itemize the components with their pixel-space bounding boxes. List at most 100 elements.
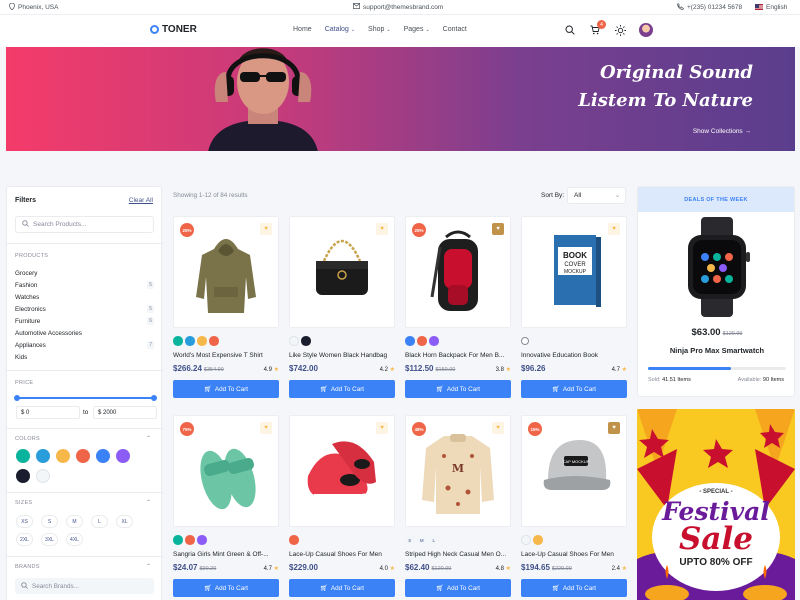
variant-color-dot[interactable] xyxy=(405,336,415,346)
festival-sale-banner[interactable]: - SPECIAL - Festival Sale UPTO 80% OFF xyxy=(637,409,795,600)
user-avatar[interactable] xyxy=(639,23,653,37)
variant-size-dot[interactable]: S xyxy=(405,535,415,545)
variant-color-dot[interactable] xyxy=(417,336,427,346)
chevron-up-icon[interactable]: ⌃ xyxy=(146,499,151,506)
wishlist-heart-icon[interactable]: ♥ xyxy=(608,422,620,434)
nav-item-catalog[interactable]: Catalog ⌄ xyxy=(325,26,355,33)
product-name[interactable]: World's Most Expensive T Shirt xyxy=(173,352,279,361)
variant-color-dot[interactable] xyxy=(197,336,207,346)
add-to-cart-button[interactable]: 🛒︎ Add To Cart xyxy=(173,380,279,398)
product-card[interactable]: ♥ Like Style Women Black Handbag $742.00 4.… xyxy=(289,216,395,398)
clear-all-link[interactable]: Clear All xyxy=(129,197,153,204)
wishlist-heart-icon[interactable]: ♥ xyxy=(492,422,504,434)
product-image-wrap[interactable]: BOOK COVER MOCKUP ♥ xyxy=(521,216,627,328)
size-option[interactable]: L xyxy=(91,515,108,528)
nav-item-home[interactable]: Home xyxy=(293,26,312,33)
cart-icon[interactable]: 4 xyxy=(589,20,606,36)
wishlist-heart-icon[interactable]: ♥ xyxy=(260,223,272,235)
sort-select[interactable]: All ⌄ xyxy=(567,187,626,204)
sun-icon[interactable] xyxy=(614,24,626,36)
add-to-cart-button[interactable]: 🛒︎ Add To Cart xyxy=(289,579,395,597)
product-image-wrap[interactable]: 75% ♥ xyxy=(173,415,279,527)
add-to-cart-button[interactable]: 🛒︎ Add To Cart xyxy=(521,579,627,597)
nav-item-shop[interactable]: Shop ⌄ xyxy=(368,26,391,33)
product-image-wrap[interactable]: CAP MOCKUP 15% ♥ xyxy=(521,415,627,527)
add-to-cart-button[interactable]: 🛒︎ Add To Cart xyxy=(289,380,395,398)
wishlist-heart-icon[interactable]: ♥ xyxy=(608,223,620,235)
deal-of-week-card[interactable]: DEALS OF THE WEEK $63.00 $129.99 Ninja Pr… xyxy=(637,186,795,397)
price-min-input[interactable]: $ 0 xyxy=(16,406,80,419)
phone-number[interactable]: +(235) 01234 5678 xyxy=(677,2,742,12)
color-swatch[interactable] xyxy=(56,449,70,463)
color-swatch[interactable] xyxy=(36,449,50,463)
product-card[interactable]: M 48% ♥ S M L Striped High Neck Casual Men O..… xyxy=(405,415,511,597)
add-to-cart-button[interactable]: 🛒︎ Add To Cart xyxy=(173,579,279,597)
support-email[interactable]: support@themesbrand.com xyxy=(353,3,443,11)
product-card[interactable]: 25% ♥ World's Most Expensive T Shirt $266.2… xyxy=(173,216,279,398)
color-swatch[interactable] xyxy=(16,469,30,483)
color-swatch[interactable] xyxy=(36,469,50,483)
wishlist-heart-icon[interactable]: ♥ xyxy=(492,223,504,235)
product-image-wrap[interactable]: ♥ xyxy=(289,216,395,328)
color-swatch[interactable] xyxy=(96,449,110,463)
price-max-input[interactable]: $ 2000 xyxy=(93,406,157,419)
product-image-wrap[interactable]: M 48% ♥ xyxy=(405,415,511,527)
variant-color-dot[interactable] xyxy=(521,535,531,545)
variant-color-dot[interactable] xyxy=(301,336,311,346)
price-range-slider[interactable] xyxy=(14,395,157,401)
add-to-cart-button[interactable]: 🛒︎ Add To Cart xyxy=(521,380,627,398)
size-option[interactable]: 3XL xyxy=(41,533,58,546)
variant-color-dot[interactable] xyxy=(289,535,299,545)
variant-size-dot[interactable]: L xyxy=(429,535,439,545)
product-image-wrap[interactable]: 25% ♥ xyxy=(405,216,511,328)
product-card[interactable]: ♥ Lace-Up Casual Shoes For Men $229.00 4.0 … xyxy=(289,415,395,597)
wishlist-heart-icon[interactable]: ♥ xyxy=(260,422,272,434)
product-name[interactable]: Lace-Up Casual Shoes For Men xyxy=(521,551,627,560)
size-option[interactable]: XS xyxy=(16,515,33,528)
wishlist-heart-icon[interactable]: ♥ xyxy=(376,422,388,434)
size-option[interactable]: 4XL xyxy=(66,533,83,546)
size-option[interactable]: M xyxy=(66,515,83,528)
category-item[interactable]: Electronics 5 xyxy=(15,303,154,315)
product-name[interactable]: Innovative Education Book xyxy=(521,352,627,361)
category-item[interactable]: Appliances 7 xyxy=(15,339,154,351)
variant-color-dot[interactable] xyxy=(185,535,195,545)
wishlist-heart-icon[interactable]: ♥ xyxy=(376,223,388,235)
variant-color-dot[interactable] xyxy=(185,336,195,346)
variant-color-dot[interactable] xyxy=(173,336,183,346)
category-item[interactable]: Watches xyxy=(15,291,154,303)
variant-color-dot[interactable] xyxy=(429,336,439,346)
language-selector[interactable]: English xyxy=(755,4,787,11)
variant-color-dot[interactable] xyxy=(533,535,543,545)
variant-color-dot[interactable] xyxy=(173,535,183,545)
size-option[interactable]: 2XL xyxy=(16,533,33,546)
variant-color-dot[interactable] xyxy=(197,535,207,545)
product-image-wrap[interactable]: 25% ♥ xyxy=(173,216,279,328)
product-name[interactable]: Sangria Girls Mint Green & Off-... xyxy=(173,551,279,560)
size-option[interactable]: S xyxy=(41,515,58,528)
product-card[interactable]: BOOK COVER MOCKUP ♥ Innovative Education Boo… xyxy=(521,216,627,398)
category-item[interactable]: Kids xyxy=(15,351,154,363)
brand-search-input[interactable]: Search Brands... xyxy=(15,578,154,594)
size-option[interactable]: XL xyxy=(116,515,133,528)
color-swatch[interactable] xyxy=(116,449,130,463)
product-name[interactable]: Black Horn Backpack For Men B... xyxy=(405,352,511,361)
chevron-up-icon[interactable]: ⌃ xyxy=(146,435,151,442)
product-name[interactable]: Like Style Women Black Handbag xyxy=(289,352,395,361)
brand-logo[interactable]: TONER xyxy=(150,24,197,35)
add-to-cart-button[interactable]: 🛒︎ Add To Cart xyxy=(405,579,511,597)
chevron-up-icon[interactable]: ⌃ xyxy=(146,563,151,570)
product-card[interactable]: CAP MOCKUP 15% ♥ Lace-Up Casual Shoes For M… xyxy=(521,415,627,597)
product-card[interactable]: 25% ♥ Black Horn Backpack For Men B... $112… xyxy=(405,216,511,398)
nav-item-contact[interactable]: Contact xyxy=(443,26,467,33)
product-card[interactable]: 75% ♥ Sangria Girls Mint Green & Off-... $2… xyxy=(173,415,279,597)
category-item[interactable]: Fashion 5 xyxy=(15,279,154,291)
show-collections-link[interactable]: Show Collections → xyxy=(693,128,751,135)
add-to-cart-button[interactable]: 🛒︎ Add To Cart xyxy=(405,380,511,398)
variant-size-dot[interactable]: M xyxy=(417,535,427,545)
category-item[interactable]: Furniture 6 xyxy=(15,315,154,327)
category-item[interactable]: Grocery xyxy=(15,267,154,279)
search-icon[interactable] xyxy=(564,24,576,36)
product-name[interactable]: Lace-Up Casual Shoes For Men xyxy=(289,551,395,560)
color-swatch[interactable] xyxy=(76,449,90,463)
